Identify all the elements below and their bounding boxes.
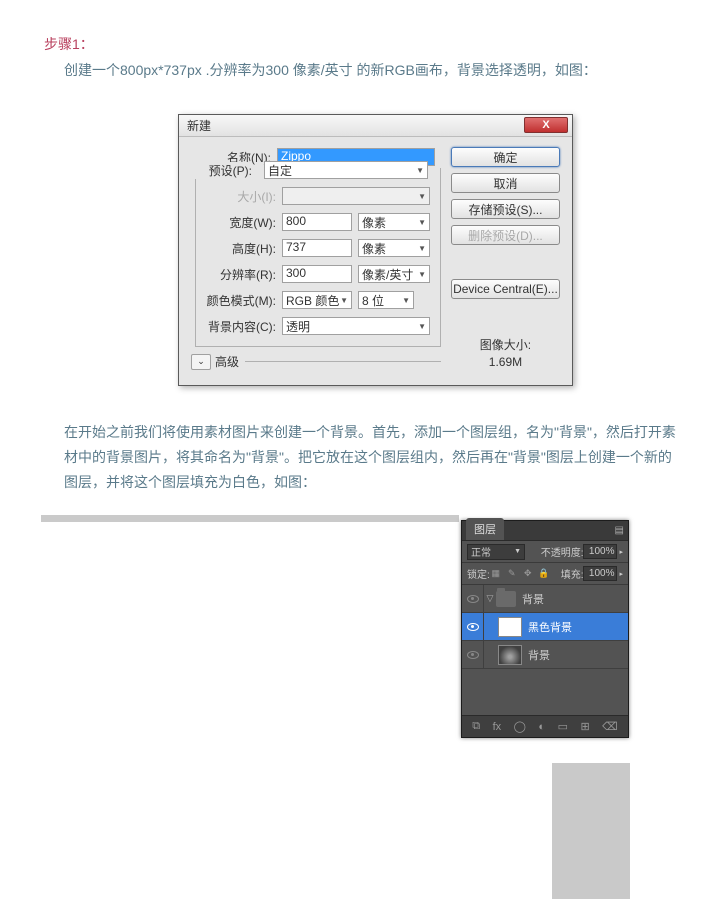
height-input[interactable]: 737 [282, 239, 352, 257]
fill-input[interactable]: 100% [583, 566, 617, 581]
layer-name: 背景 [522, 591, 544, 607]
lock-all-icon[interactable]: 🔒 [538, 568, 550, 580]
eye-icon [467, 595, 479, 603]
chevron-right-icon[interactable]: ▸ [619, 570, 623, 578]
size-dropdown: ▼ [282, 187, 430, 205]
layer-thumbnail [498, 617, 522, 637]
visibility-toggle[interactable] [462, 613, 484, 640]
new-group-icon[interactable]: ▭ [558, 720, 568, 733]
disclosure-icon[interactable]: ▽ [484, 593, 496, 604]
layer-list: ▽ 背景 黑色背景 背景 [462, 585, 628, 715]
placeholder-bar [41, 515, 459, 522]
eye-icon [467, 623, 479, 631]
preset-label: 预设(P): [190, 162, 252, 179]
blend-row: 正常▼ 不透明度: 100% ▸ [462, 541, 628, 563]
advanced-expand-button[interactable]: ⌄ [191, 354, 211, 370]
intro-paragraph: 创建一个800px*737px .分辨率为300 像素/英寸 的新RGB画布，背… [0, 54, 720, 83]
chevron-down-icon: ▼ [514, 548, 521, 555]
dialog-title: 新建 [187, 117, 211, 134]
placeholder-block [552, 763, 630, 899]
panel-tab-row: 图层 ▤ [462, 521, 628, 541]
height-unit-dropdown[interactable]: 像素▼ [358, 239, 430, 257]
layer-group-row[interactable]: ▽ 背景 [462, 585, 628, 613]
fill-label: 填充: [561, 566, 584, 581]
width-input[interactable]: 800 [282, 213, 352, 231]
opacity-label: 不透明度: [541, 544, 584, 559]
advanced-label: 高级 [215, 353, 239, 370]
lock-move-icon[interactable]: ✥ [522, 568, 534, 580]
opacity-input[interactable]: 100% [583, 544, 617, 559]
lock-transparent-icon[interactable]: ▦ [490, 568, 502, 580]
link-layers-icon[interactable]: ⧉ [472, 720, 480, 733]
preset-dropdown[interactable]: 自定▼ [264, 161, 428, 179]
panel-footer: ⧉ fx ◯ ◐ ▭ ⊞ ⌫ [462, 715, 628, 737]
layer-thumbnail [498, 645, 522, 665]
delete-layer-icon[interactable]: ⌫ [602, 720, 618, 733]
visibility-toggle[interactable] [462, 585, 484, 612]
delete-preset-button: 删除预设(D)... [451, 225, 560, 245]
folder-icon [496, 591, 516, 607]
eye-icon [467, 651, 479, 659]
layer-fx-icon[interactable]: fx [493, 721, 502, 733]
width-unit-dropdown[interactable]: 像素▼ [358, 213, 430, 231]
lock-row: 锁定: ▦ ✎ ✥ 🔒 填充: 100% ▸ [462, 563, 628, 585]
chevron-down-icon: ▼ [418, 270, 426, 279]
width-label: 宽度(W): [196, 214, 276, 231]
blend-mode-dropdown[interactable]: 正常▼ [467, 544, 525, 560]
chevron-right-icon[interactable]: ▸ [619, 548, 623, 556]
colordepth-dropdown[interactable]: 8 位▼ [358, 291, 414, 309]
bgcontents-label: 背景内容(C): [196, 318, 276, 335]
lock-label: 锁定: [467, 566, 490, 581]
device-central-button[interactable]: Device Central(E)... [451, 279, 560, 299]
resolution-label: 分辨率(R): [196, 266, 276, 283]
divider [245, 361, 441, 362]
height-label: 高度(H): [196, 240, 276, 257]
lock-paint-icon[interactable]: ✎ [506, 568, 518, 580]
layers-panel: 图层 ▤ 正常▼ 不透明度: 100% ▸ 锁定: ▦ ✎ ✥ 🔒 填充: 10… [461, 520, 629, 738]
close-button[interactable]: X [524, 117, 568, 133]
resolution-unit-dropdown[interactable]: 像素/英寸▼ [358, 265, 430, 283]
layer-row[interactable]: 黑色背景 [462, 613, 628, 641]
second-paragraph: 在开始之前我们将使用素材图片来创建一个背景。首先，添加一个图层组，名为"背景"，… [0, 416, 720, 496]
dialog-titlebar[interactable]: 新建 X [179, 115, 572, 137]
chevron-down-icon: ▼ [418, 192, 426, 201]
new-layer-icon[interactable]: ⊞ [580, 720, 589, 733]
ok-button[interactable]: 确定 [451, 147, 560, 167]
layer-row[interactable]: 背景 [462, 641, 628, 669]
layer-mask-icon[interactable]: ◯ [514, 720, 526, 733]
step-heading: 步骤1： [0, 0, 720, 54]
cancel-button[interactable]: 取消 [451, 173, 560, 193]
layers-tab[interactable]: 图层 [466, 518, 504, 540]
save-preset-button[interactable]: 存储预设(S)... [451, 199, 560, 219]
chevron-down-icon: ▼ [340, 296, 348, 305]
chevron-down-icon: ▼ [418, 244, 426, 253]
colormode-dropdown[interactable]: RGB 颜色▼ [282, 291, 352, 309]
chevron-down-icon: ▼ [418, 322, 426, 331]
chevron-down-icon: ▼ [418, 218, 426, 227]
colormode-label: 颜色模式(M): [196, 292, 276, 309]
size-label: 大小(I): [196, 188, 276, 205]
panel-menu-icon[interactable]: ▤ [615, 525, 624, 536]
image-size-info: 图像大小: 1.69M [451, 337, 560, 371]
bgcontents-dropdown[interactable]: 透明▼ [282, 317, 430, 335]
new-document-dialog: 新建 X 名称(N): Zippo X 预设(P): 自定▼ 大小 [178, 114, 573, 386]
chevron-down-icon: ▼ [402, 296, 410, 305]
layer-name: 黑色背景 [528, 619, 572, 635]
visibility-toggle[interactable] [462, 641, 484, 668]
layer-name: 背景 [528, 647, 550, 663]
chevron-down-icon: ▼ [416, 166, 424, 175]
resolution-input[interactable]: 300 [282, 265, 352, 283]
adjustment-layer-icon[interactable]: ◐ [538, 721, 545, 733]
